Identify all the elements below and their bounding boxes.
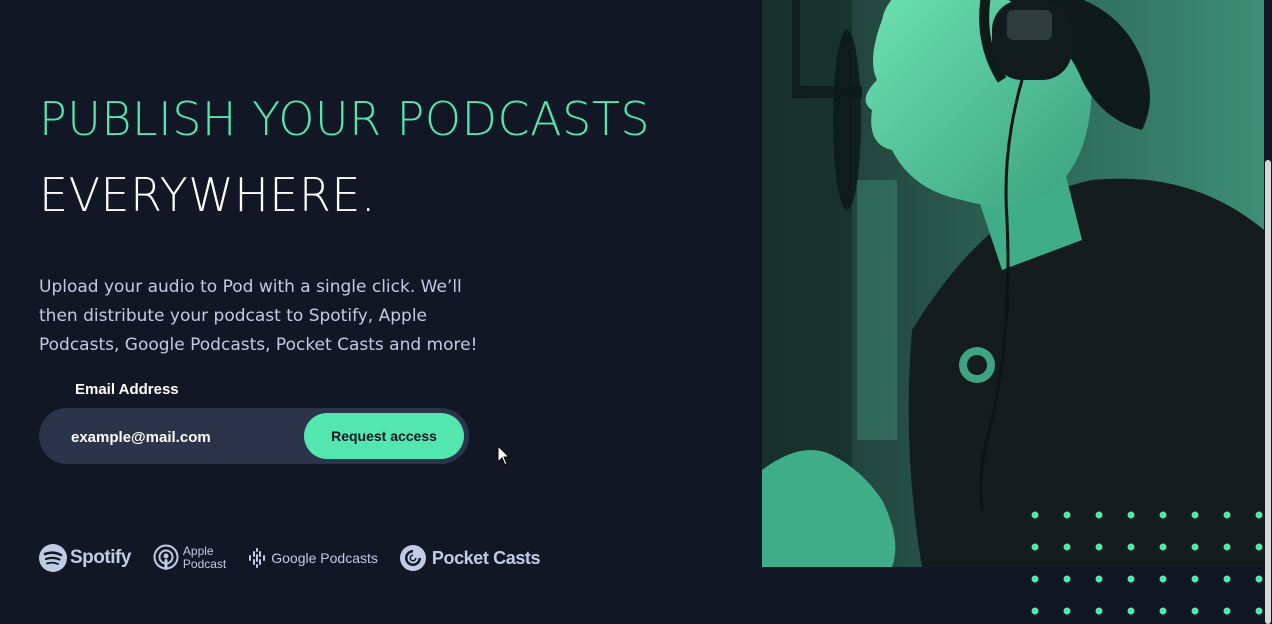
request-access-form: Request access — [39, 408, 469, 466]
apple-podcast-icon — [153, 544, 179, 570]
google-podcasts-icon — [249, 548, 266, 568]
decorative-dot-grid — [1031, 511, 1263, 615]
platform-logos: Spotify Apple Podcast Google Podcasts Po… — [39, 540, 562, 576]
scrollbar-thumb[interactable] — [1265, 160, 1271, 624]
request-access-button[interactable]: Request access — [304, 413, 464, 459]
podcaster-illustration — [762, 0, 1264, 567]
podcaster-photo — [762, 0, 1264, 567]
mouse-cursor-icon — [497, 445, 511, 466]
spotify-icon — [39, 544, 67, 572]
spotify-wordmark: Spotify — [70, 547, 131, 568]
google-podcasts-logo: Google Podcasts — [248, 548, 378, 568]
headline-line-1: PUBLISH YOUR PODCASTS — [39, 92, 651, 146]
apple-wordmark-line2: Podcast — [182, 557, 227, 571]
pocket-casts-icon — [399, 545, 426, 571]
spotify-logo: Spotify — [39, 544, 131, 572]
hero-description: Upload your audio to Pod with a single c… — [39, 277, 478, 355]
headline-line-2: EVERYWHERE. — [39, 168, 377, 222]
pocket-casts-wordmark: Pocket Casts — [431, 547, 541, 568]
google-podcasts-wordmark: Google Podcasts — [271, 550, 378, 566]
email-input[interactable] — [69, 408, 303, 466]
pocket-casts-logo: Pocket Casts — [399, 545, 541, 571]
email-label: Email Address — [75, 381, 179, 398]
apple-podcast-logo: Apple Podcast — [153, 544, 226, 572]
